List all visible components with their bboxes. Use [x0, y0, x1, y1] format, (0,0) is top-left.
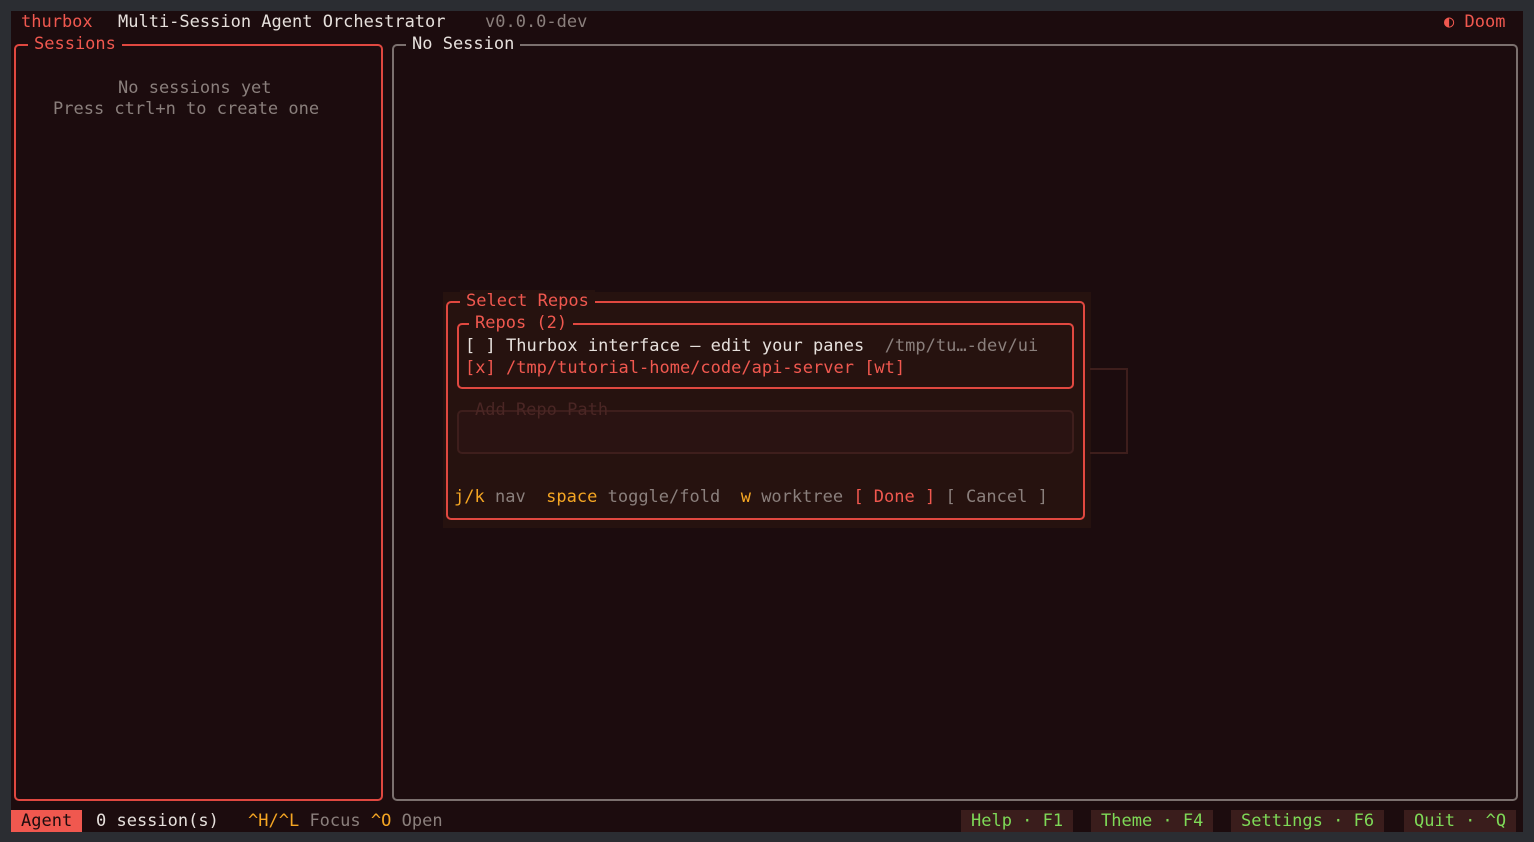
theme-name: Doom: [1464, 12, 1506, 32]
app-subtitle: Multi-Session Agent Orchestrator: [118, 12, 446, 32]
session-view-title: No Session: [406, 33, 521, 55]
worktree-key: w: [740, 487, 751, 507]
focus-key: ^H/^L: [248, 811, 300, 831]
repo-path: /tmp/tu…-dev/ui: [884, 336, 1039, 356]
repo-checkbox[interactable]: [ ]: [465, 336, 496, 356]
open-label: Open: [401, 811, 443, 831]
done-button[interactable]: [ Done ]: [853, 487, 935, 507]
nav-label: nav: [494, 487, 526, 507]
nav-key: j/k: [454, 487, 485, 507]
background-dialog-edge: [1090, 368, 1128, 454]
quit-button[interactable]: Quit · ^Q: [1404, 810, 1517, 832]
repo-checkbox[interactable]: [x]: [465, 358, 496, 378]
select-repos-dialog: Select Repos Repos (2) [ ] Thurbox inter…: [446, 290, 1085, 520]
cancel-button[interactable]: [ Cancel ]: [945, 487, 1047, 507]
repo-item[interactable]: [x] /tmp/tutorial-home/code/api-server […: [465, 357, 905, 379]
repo-label: /tmp/tutorial-home/code/api-server [wt]: [505, 358, 906, 378]
theme-button[interactable]: Theme · F4: [1091, 810, 1214, 832]
sessions-empty-hint: Press ctrl+n to create one: [53, 99, 320, 119]
toggle-label: toggle/fold: [607, 487, 721, 507]
select-repos-title: Select Repos: [460, 290, 595, 312]
dialog-key-hints: j/k nav space toggle/fold w worktree [ D…: [454, 486, 1048, 508]
moon-icon: ◐: [1444, 12, 1455, 32]
focus-label: Focus: [309, 811, 361, 831]
repos-list-title: Repos (2): [469, 312, 574, 334]
worktree-label: worktree: [761, 487, 844, 507]
app-version: v0.0.0-dev: [485, 12, 588, 32]
mode-badge: Agent: [11, 810, 83, 832]
sessions-panel[interactable]: Sessions No sessions yet Press ctrl+n to…: [14, 33, 383, 801]
terminal-window: thurbox Multi-Session Agent Orchestrator…: [11, 11, 1523, 832]
repo-item[interactable]: [ ] Thurbox interface — edit your panes …: [465, 335, 1038, 357]
session-count: 0 session(s): [96, 811, 219, 831]
repos-list[interactable]: Repos (2) [ ] Thurbox interface — edit y…: [457, 312, 1074, 389]
add-repo-path-field[interactable]: Add Repo Path: [457, 400, 1074, 454]
status-bar: Agent 0 session(s) ^H/^L Focus ^O Open H…: [11, 810, 1523, 832]
theme-indicator[interactable]: ◐ Doom: [1444, 11, 1505, 33]
sessions-empty-message: No sessions yet: [118, 78, 272, 98]
settings-button[interactable]: Settings · F6: [1231, 810, 1385, 832]
repo-label: Thurbox interface — edit your panes: [505, 336, 865, 356]
app-name: thurbox: [21, 12, 93, 32]
add-repo-path-label: Add Repo Path: [475, 400, 609, 420]
help-button[interactable]: Help · F1: [961, 810, 1074, 832]
open-key: ^O: [370, 811, 392, 831]
sessions-panel-title: Sessions: [28, 33, 122, 55]
focus-hint: ^H/^L Focus ^O Open: [248, 810, 443, 832]
toggle-key: space: [546, 487, 598, 507]
